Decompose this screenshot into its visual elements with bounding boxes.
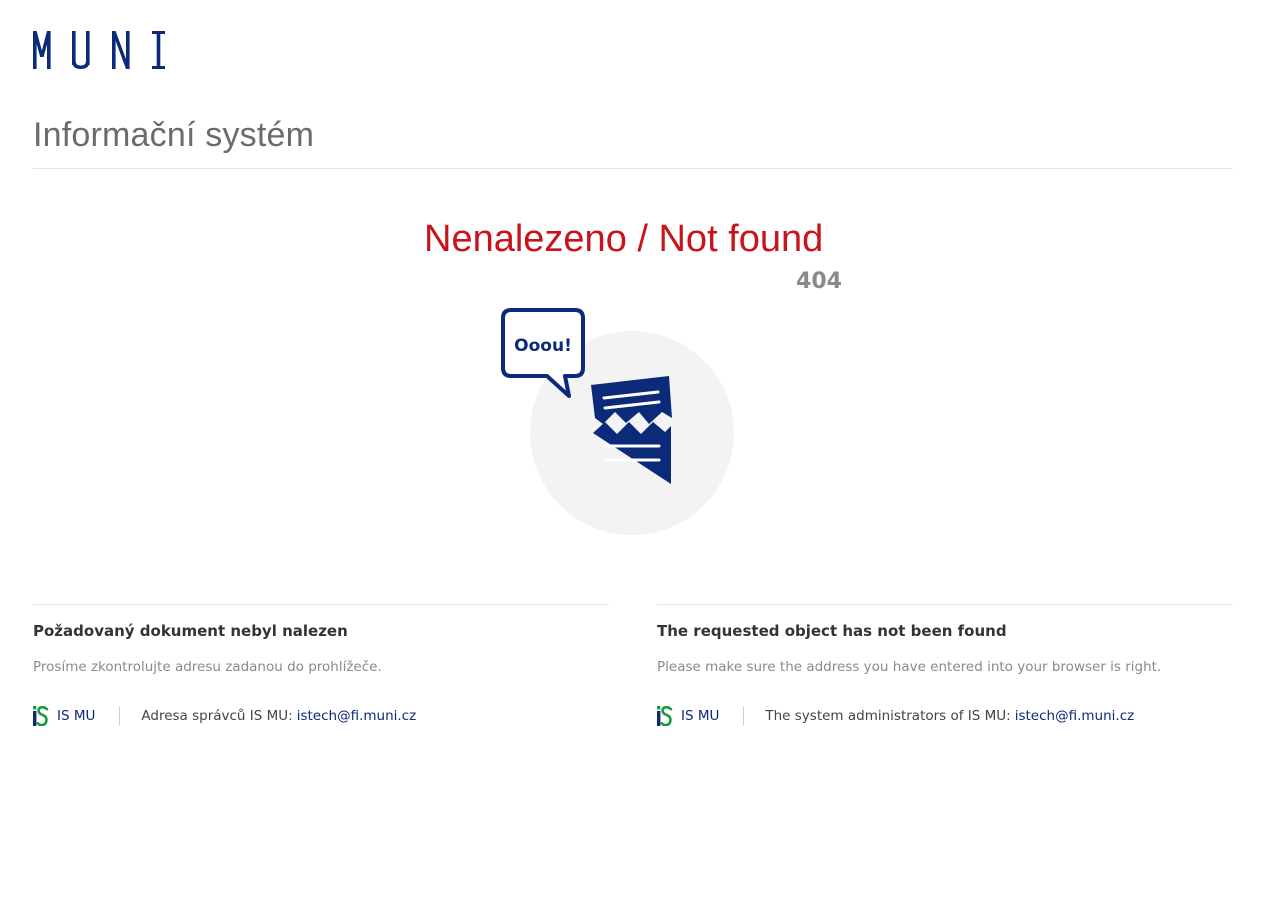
- error-title: Nenalezeno / Not found: [424, 218, 824, 260]
- site-title: Informační systém: [33, 116, 315, 154]
- is-mu-link-label: IS MU: [681, 708, 720, 724]
- is-mu-logo-icon: [657, 706, 673, 726]
- column-divider: [33, 604, 609, 605]
- is-mu-link[interactable]: IS MU: [657, 706, 719, 726]
- column-divider: [657, 604, 1233, 605]
- muni-logo[interactable]: [33, 31, 165, 69]
- column-heading: Požadovaný dokument nebyl nalezen: [33, 622, 348, 640]
- english-message-column: The requested object has not been found …: [657, 604, 1233, 726]
- torn-document-illustration: Ooou!: [499, 308, 739, 538]
- is-mu-logo-icon: [33, 706, 49, 726]
- muni-logo-icon: [33, 31, 165, 69]
- column-heading: The requested object has not been found: [657, 622, 1007, 640]
- column-text: Please make sure the address you have en…: [657, 659, 1162, 675]
- czech-message-column: Požadovaný dokument nebyl nalezen Prosím…: [33, 604, 609, 726]
- is-mu-link[interactable]: IS MU: [33, 706, 95, 726]
- error-heading-block: Nenalezeno / Not found 404: [424, 212, 842, 294]
- admin-label: The system administrators of IS MU:: [765, 708, 1011, 724]
- title-divider: [33, 168, 1233, 169]
- torn-document-icon: Ooou!: [501, 308, 734, 535]
- column-text: Prosíme zkontrolujte adresu zadanou do p…: [33, 659, 382, 675]
- admin-email-link[interactable]: istech@fi.muni.cz: [1015, 708, 1134, 724]
- column-footer: IS MU Adresa správců IS MU: istech@fi.mu…: [33, 705, 416, 727]
- footer-separator: [743, 706, 745, 726]
- column-footer: IS MU The system administrators of IS MU…: [657, 705, 1134, 727]
- admin-label: Adresa správců IS MU:: [141, 708, 293, 724]
- is-mu-link-label: IS MU: [57, 708, 96, 724]
- bubble-text: Ooou!: [514, 336, 572, 356]
- error-code: 404: [796, 269, 842, 294]
- admin-email-link[interactable]: istech@fi.muni.cz: [297, 708, 416, 724]
- footer-separator: [119, 706, 121, 726]
